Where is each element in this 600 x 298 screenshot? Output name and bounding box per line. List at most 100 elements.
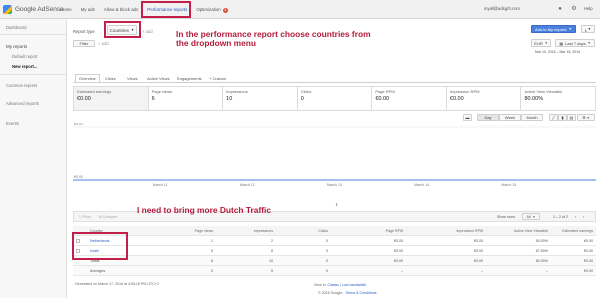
metric-value: 80.00%	[524, 96, 544, 102]
col-clicks[interactable]: Clicks	[288, 229, 328, 233]
copyright-text: © 2016 Google	[318, 291, 343, 295]
gear-icon[interactable]: ⚙	[570, 5, 578, 13]
add-filter-link[interactable]: + add	[98, 41, 109, 46]
tabs-divider	[73, 82, 596, 83]
annotation-box-countries	[104, 21, 141, 38]
col-page-views[interactable]: Page views	[173, 229, 213, 233]
prev-page-icon[interactable]: ‹	[575, 214, 576, 219]
sidebar-item-default-report[interactable]: Default report	[12, 54, 37, 59]
sidebar-item-events[interactable]: Events	[6, 121, 19, 126]
notifications-icon[interactable]: ●	[556, 5, 564, 13]
annotation-box-countries-table	[72, 232, 128, 260]
pivot-button[interactable]: ▽ Pivot	[79, 215, 91, 219]
cell-page-rpm: €0.00	[394, 239, 403, 243]
metric-label: Impression RPM	[449, 89, 480, 94]
next-page-icon[interactable]: ›	[583, 214, 584, 219]
cell-clicks: 0	[326, 269, 328, 273]
show-rows-value: All	[526, 214, 531, 219]
col-impressions[interactable]: Impressions	[233, 229, 273, 233]
chart-week-button[interactable]: Week	[499, 114, 521, 121]
cell-page-views: 1	[211, 239, 213, 243]
cell-earnings: €0.00	[584, 249, 593, 253]
line-chart-icon: ╱	[552, 115, 555, 120]
bar-chart-icon: ▮	[561, 115, 564, 120]
metric-label: Page RPM	[375, 89, 395, 94]
gear-icon: ⚙	[582, 115, 586, 120]
col-estimated-earnings[interactable]: Estimated earnings	[535, 229, 593, 233]
metric-page-views[interactable]: Page views 6	[149, 87, 224, 110]
currency-select[interactable]: EUR ▼	[531, 39, 551, 47]
cell-impressions: 8	[271, 249, 273, 253]
help-link[interactable]: Help	[584, 6, 593, 11]
annotation-countries-note: In the performance report choose countri…	[176, 30, 371, 48]
chart-resize-handle[interactable]: ⬍	[335, 202, 338, 207]
classic-link[interactable]: Classic	[328, 283, 340, 287]
tab-engagements-label: Engagements	[177, 75, 202, 81]
nav-optimization[interactable]: Optimization 4	[196, 7, 228, 13]
filter-button[interactable]: Filter	[73, 40, 95, 47]
cell-impressions: 2	[271, 239, 273, 243]
show-rows-select[interactable]: All ▼	[522, 213, 540, 220]
chart-y-tick: €0.01	[74, 123, 83, 126]
table-chart-button[interactable]: ▤	[567, 114, 576, 121]
tab-clicks[interactable]: Clicks	[105, 74, 116, 82]
compare-button[interactable]: ⧉ Compare	[99, 215, 117, 219]
table-header-row: Country Page views Impressions Clicks Pa…	[73, 226, 596, 236]
adsense-logo[interactable]: Google AdSense	[3, 3, 64, 15]
metric-active-view-viewable[interactable]: Active View Viewable 80.00%	[521, 87, 595, 110]
copyright-line: © 2016 Google - Terms & Conditions	[318, 291, 377, 295]
metric-value: 0	[300, 96, 304, 102]
cell-earnings: €0.00	[584, 259, 593, 263]
terms-link[interactable]: Terms & Conditions	[345, 291, 376, 295]
cell-page-views: 3	[211, 269, 213, 273]
account-email[interactable]: myall@adsgrh.com	[484, 6, 520, 11]
currency-value: EUR	[534, 40, 543, 46]
sidebar-item-advanced-reports[interactable]: Advanced reports	[6, 101, 39, 106]
tab-active-views[interactable]: Active Views	[147, 74, 170, 82]
low-bandwidth-link[interactable]: Low bandwidth	[342, 283, 366, 287]
cell-clicks: 0	[326, 259, 328, 263]
sidebar-item-common-reports[interactable]: Common reports	[6, 83, 37, 88]
pivot-label: Pivot	[82, 215, 91, 219]
chart-month-button[interactable]: Month	[521, 114, 543, 121]
metric-estimated-earnings[interactable]: Estimated earnings €0.00	[74, 87, 149, 110]
metric-clicks[interactable]: Clicks 0	[298, 87, 373, 110]
chart-grid	[73, 126, 596, 181]
metric-value: €0.00	[77, 96, 91, 102]
nav-home[interactable]: Home	[60, 7, 72, 12]
tab-views[interactable]: Views	[127, 74, 138, 82]
metric-impression-rpm[interactable]: Impression RPM €0.00	[447, 87, 522, 110]
tab-engagements[interactable]: Engagements	[177, 74, 202, 82]
adsense-logo-icon	[3, 4, 12, 14]
download-button[interactable]: ⤓ ▼	[581, 25, 595, 33]
chevron-down-icon: ▼	[587, 27, 592, 31]
chart-settings-button[interactable]: ⚙ ▼	[577, 114, 595, 121]
nav-allow-block-ads[interactable]: Allow & block ads	[104, 7, 138, 12]
tab-custom-label: + Custom	[209, 75, 227, 81]
cell-earnings: €0.00	[584, 239, 593, 243]
annotation-toggle-button[interactable]: ▬	[463, 114, 472, 121]
metric-label: Estimated earnings	[77, 89, 112, 94]
sidebar-item-dashboard[interactable]: Dashboard	[6, 25, 27, 30]
chevron-down-icon: ▼	[568, 27, 573, 31]
line-chart-button[interactable]: ╱	[549, 114, 558, 121]
nav-my-ads[interactable]: My ads	[81, 7, 95, 12]
col-impression-rpm[interactable]: Impression RPM	[413, 229, 483, 233]
download-icon: ⤓	[584, 26, 587, 32]
add-to-my-reports-button[interactable]: Add to My reports ▼	[531, 25, 576, 33]
cell-page-views: 5	[211, 249, 213, 253]
metric-page-rpm[interactable]: Page RPM €0.00	[372, 87, 447, 110]
bar-chart-button[interactable]: ▮	[558, 114, 567, 121]
sidebar-item-new-report[interactable]: New report...	[12, 64, 37, 69]
chart-day-button[interactable]: Day	[477, 114, 499, 121]
date-range-select[interactable]: ▦ Last 7 days ▼	[555, 39, 595, 47]
sidebar-item-my-reports[interactable]: My reports	[6, 44, 27, 49]
chart-day-label: Day	[484, 115, 492, 120]
cell-impression-rpm: €0.00	[474, 259, 483, 263]
col-page-rpm[interactable]: Page RPM	[343, 229, 403, 233]
chart-x-tick: March 11	[153, 183, 168, 187]
add-dimension-link[interactable]: + add	[142, 29, 153, 34]
tab-custom[interactable]: + Custom	[209, 74, 226, 82]
metric-impressions[interactable]: Impressions 10	[223, 87, 298, 110]
tab-overview[interactable]: Overview	[75, 74, 100, 82]
